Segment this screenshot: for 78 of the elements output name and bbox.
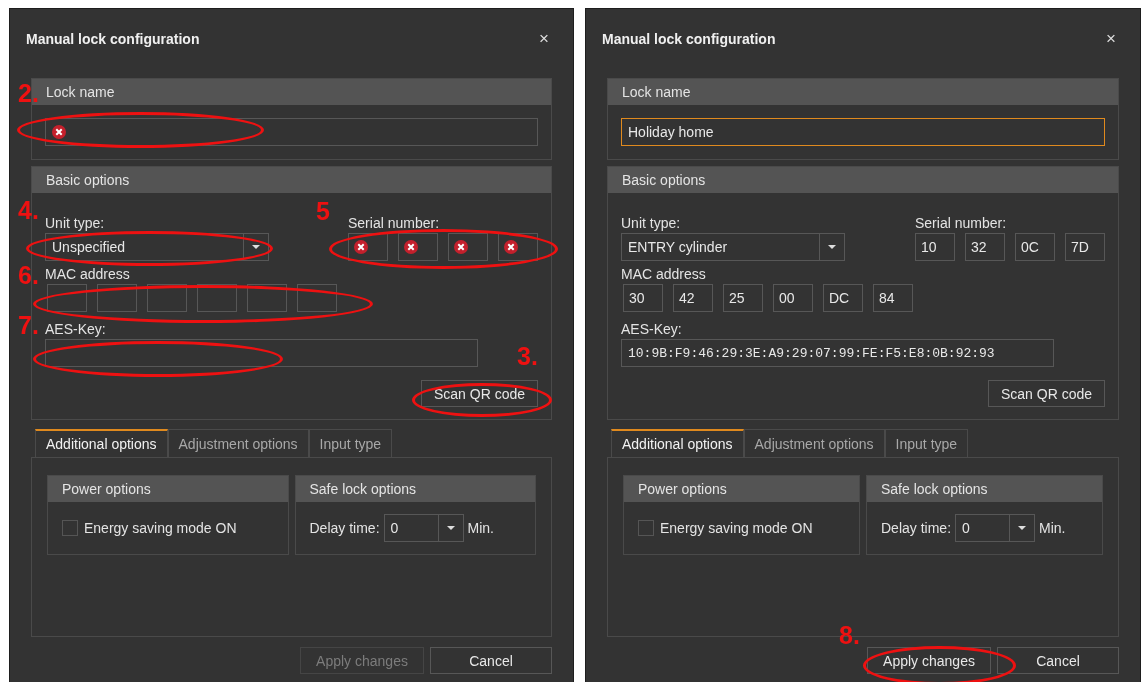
- close-button[interactable]: ×: [535, 29, 553, 49]
- tab[interactable]: Input type: [308, 429, 393, 457]
- group-title: Power options: [62, 481, 151, 497]
- group-title: Safe lock options: [881, 481, 988, 497]
- group-title: Power options: [638, 481, 727, 497]
- field-label: MAC address: [621, 265, 707, 284]
- mac-address-field[interactable]: DC: [823, 284, 863, 312]
- unit-label: Min.: [1039, 520, 1066, 536]
- tab[interactable]: Input type: [884, 429, 969, 457]
- field-label: AES-Key:: [621, 320, 683, 339]
- serial-number-field[interactable]: [348, 233, 388, 261]
- dialog-title: Manual lock configuration: [26, 31, 200, 47]
- lock-name-field[interactable]: [45, 118, 538, 146]
- aes-key-field[interactable]: [45, 339, 478, 367]
- field-label: Delay time:: [881, 520, 952, 536]
- unit-label: Min.: [467, 520, 494, 536]
- group-title: Lock name: [46, 84, 115, 100]
- serial-number-field[interactable]: 10: [915, 233, 955, 261]
- checkbox-label: Energy saving mode ON: [660, 520, 813, 536]
- field-label: Unit type:: [45, 214, 106, 233]
- group-title: Safe lock options: [309, 481, 417, 497]
- field-label: Unit type:: [621, 214, 682, 233]
- group-title: Basic options: [622, 172, 706, 188]
- aes-key-field[interactable]: 10:9B:F9:46:29:3E:A9:29:07:99:FE:F5:E8:0B:92:93: [621, 339, 1054, 367]
- caret-icon: [828, 245, 836, 249]
- field-label: AES-Key:: [45, 320, 107, 339]
- caret-icon: [252, 245, 260, 249]
- delay-time-dropdown[interactable]: 0: [383, 514, 464, 542]
- checkbox[interactable]: [638, 520, 654, 536]
- apply-changes-button[interactable]: Apply changes: [867, 647, 991, 674]
- caret-icon: [446, 526, 455, 530]
- annotation-number: 2.: [18, 79, 39, 108]
- serial-number-field[interactable]: [448, 233, 488, 261]
- mac-address-field[interactable]: [247, 284, 287, 312]
- serial-number-field[interactable]: [498, 233, 538, 261]
- serial-number-field[interactable]: 32: [965, 233, 1005, 261]
- mac-address-field[interactable]: 00: [773, 284, 813, 312]
- field-label: MAC address: [45, 265, 131, 284]
- group-title: Lock name: [622, 84, 691, 100]
- field-label: Serial number:: [915, 214, 1008, 233]
- dialog-title: Manual lock configuration: [602, 31, 776, 47]
- annotation-number: 3.: [517, 342, 538, 371]
- serial-number-field[interactable]: 0C: [1015, 233, 1055, 261]
- checkbox[interactable]: [62, 520, 78, 536]
- annotation-number: 8.: [839, 621, 860, 650]
- lock-name-field[interactable]: Holiday home: [621, 118, 1105, 146]
- serial-number-field[interactable]: [398, 233, 438, 261]
- close-button[interactable]: ×: [1102, 29, 1120, 49]
- tab[interactable]: Additional options: [611, 429, 744, 457]
- annotation-number: 4.: [18, 196, 39, 225]
- cancel-button[interactable]: Cancel: [997, 647, 1119, 674]
- field-label: Serial number:: [348, 214, 441, 233]
- scan-qr-button[interactable]: Scan QR code: [420, 380, 538, 407]
- tab[interactable]: Adjustment options: [167, 429, 309, 457]
- cancel-button[interactable]: Cancel: [430, 647, 552, 674]
- unit-type-dropdown[interactable]: Unspecified: [45, 233, 269, 261]
- tab[interactable]: Additional options: [35, 429, 168, 457]
- mac-address-field[interactable]: [297, 284, 337, 312]
- group-title: Basic options: [46, 172, 130, 188]
- mac-address-field[interactable]: [197, 284, 237, 312]
- annotation-number: 7.: [18, 311, 39, 340]
- tab[interactable]: Adjustment options: [743, 429, 885, 457]
- mac-address-field[interactable]: [147, 284, 187, 312]
- mac-address-field[interactable]: 84: [873, 284, 913, 312]
- mac-address-field[interactable]: [47, 284, 87, 312]
- mac-address-field[interactable]: [97, 284, 137, 312]
- annotation-number: 5: [316, 197, 330, 226]
- serial-number-field[interactable]: 7D: [1065, 233, 1105, 261]
- annotation-number: 6.: [18, 261, 39, 290]
- mac-address-field[interactable]: 30: [623, 284, 663, 312]
- field-label: Delay time:: [309, 520, 380, 536]
- delay-time-dropdown[interactable]: 0: [955, 514, 1036, 542]
- checkbox-label: Energy saving mode ON: [84, 520, 237, 536]
- mac-address-field[interactable]: 42: [673, 284, 713, 312]
- caret-icon: [1018, 526, 1027, 530]
- mac-address-field[interactable]: 25: [723, 284, 763, 312]
- unit-type-dropdown[interactable]: ENTRY cylinder: [621, 233, 845, 261]
- scan-qr-button[interactable]: Scan QR code: [987, 380, 1105, 407]
